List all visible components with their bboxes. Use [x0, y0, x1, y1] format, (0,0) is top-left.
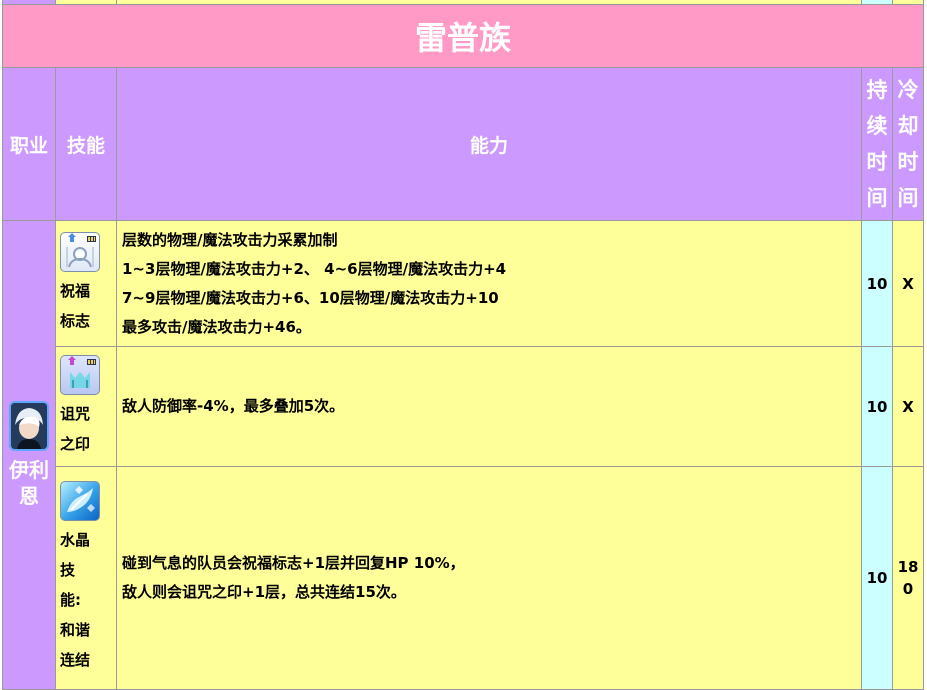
header-ability: 能力 [116, 67, 862, 221]
blessing-mark-icon [60, 231, 100, 272]
character-avatar-icon [9, 401, 49, 451]
ability-cell-blessing: 层数的物理/魔法攻击力采累加制 1~3层物理/魔法攻击力+2、 4~6层物理/魔… [116, 220, 862, 347]
header-job: 职业 [2, 67, 56, 221]
curse-seal-icon [60, 354, 100, 395]
skill-cell-blessing: 祝福 标志 [55, 220, 117, 347]
header-skill: 技能 [55, 67, 117, 221]
job-cell: 伊利 恩 [2, 220, 56, 690]
skill-name: 水晶 技 能: 和谐 连结 [60, 531, 91, 669]
header-cooldown: 冷 却 时 间 [892, 67, 924, 221]
cooldown-cell: 18 0 [892, 466, 924, 690]
duration-cell: 10 [861, 346, 893, 467]
cooldown-cell: X [892, 220, 924, 347]
duration-cell: 10 [861, 466, 893, 690]
header-duration: 持 续 时 间 [861, 67, 893, 221]
skill-name: 祝福 标志 [60, 281, 91, 330]
crystal-skill-icon [60, 481, 100, 521]
skill-name: 诅咒 之印 [60, 404, 91, 453]
ability-cell-curse: 敌人防御率-4%，最多叠加5次。 [116, 346, 862, 467]
skill-cell-curse: 诅咒 之印 [55, 346, 117, 467]
skill-cell-crystal: 水晶 技 能: 和谐 连结 [55, 466, 117, 690]
race-title: 雷普族 [2, 4, 924, 68]
ability-cell-crystal: 碰到气息的队员会祝福标志+1层并回复HP 10%， 敌人则会诅咒之印+1层，总共… [116, 466, 862, 690]
job-name: 伊利 恩 [9, 458, 49, 508]
duration-cell: 10 [861, 220, 893, 347]
cooldown-cell: X [892, 346, 924, 467]
